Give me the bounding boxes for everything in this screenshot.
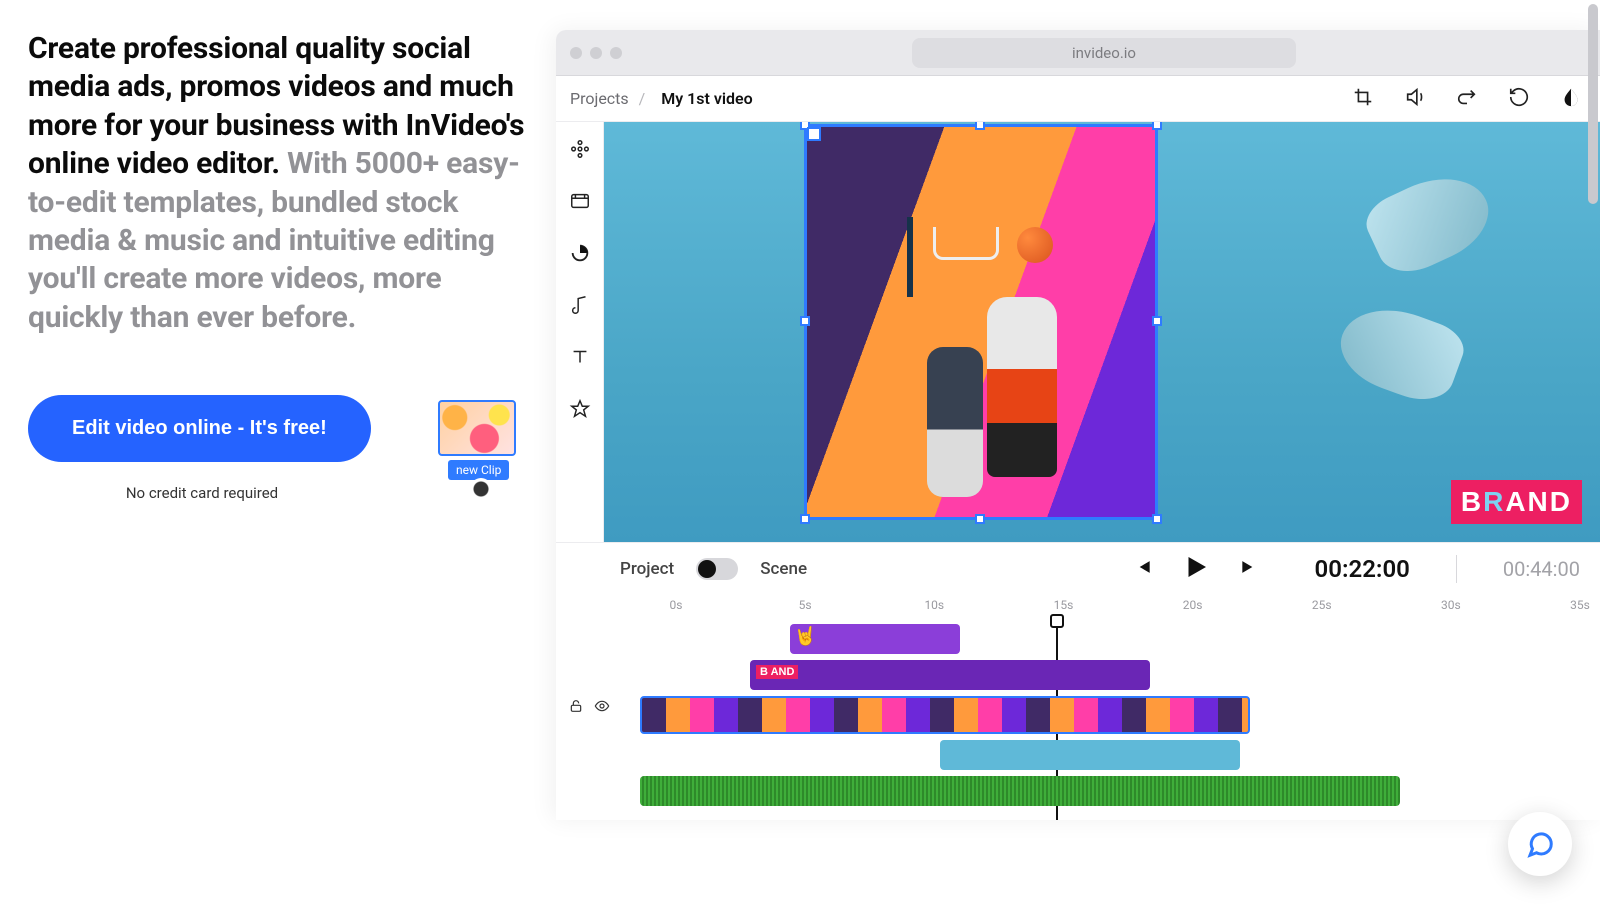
page-scrollbar[interactable] — [1588, 4, 1598, 204]
editor-toolbar: Projects / My 1st video — [556, 76, 1600, 122]
canvas-area[interactable]: BRAND — [604, 122, 1600, 542]
project-scene-toggle[interactable] — [696, 558, 738, 580]
crop-icon[interactable] — [1352, 86, 1374, 112]
play-icon[interactable] — [1181, 552, 1211, 586]
track-audio[interactable] — [620, 776, 1580, 806]
ruler-tick: 15s — [1054, 598, 1074, 612]
shapes-icon[interactable] — [569, 242, 591, 268]
ruler-tick: 0s — [670, 598, 683, 612]
ruler-tick: 35s — [1570, 598, 1590, 612]
brand-text-r: R — [1483, 486, 1505, 517]
time-separator — [1456, 555, 1457, 583]
track-lock-eye[interactable] — [568, 698, 610, 714]
rock-emoji-icon: 🤘 — [794, 626, 816, 647]
time-total: 00:44:00 — [1503, 557, 1580, 581]
mini-brand-label: B AND — [756, 665, 798, 679]
ruler-tick: 5s — [799, 598, 812, 612]
scene-people — [867, 217, 1127, 517]
track-video[interactable] — [620, 696, 1580, 734]
clip-effects[interactable]: 🤘 — [790, 624, 960, 654]
cursor-icon — [470, 478, 492, 500]
breadcrumb[interactable]: Projects / My 1st video — [570, 89, 753, 108]
chat-fab[interactable] — [1508, 812, 1572, 876]
eye-icon[interactable] — [594, 698, 610, 714]
next-icon[interactable] — [1239, 557, 1259, 581]
clip-main-video[interactable] — [640, 696, 1250, 734]
browser-url[interactable]: invideo.io — [912, 38, 1296, 68]
browser-titlebar: invideo.io — [556, 30, 1600, 76]
reload-icon[interactable] — [1508, 86, 1530, 112]
droplet-icon[interactable] — [1560, 86, 1582, 112]
clip-broll[interactable] — [940, 740, 1240, 770]
timeline[interactable]: 🤘 B AND — [556, 620, 1600, 820]
track-broll[interactable] — [620, 740, 1580, 770]
music-icon[interactable] — [569, 294, 591, 320]
clip-audio[interactable] — [640, 776, 1400, 806]
hero-headline: Create professional quality social media… — [28, 30, 538, 337]
media-icon[interactable] — [569, 190, 591, 216]
unlock-icon[interactable] — [568, 698, 584, 714]
breadcrumb-root[interactable]: Projects — [570, 89, 629, 108]
ruler-tick: 20s — [1183, 598, 1203, 612]
selected-clip-frame[interactable] — [804, 124, 1158, 520]
breadcrumb-sep: / — [639, 89, 646, 108]
playback-bar: Project Scene 00:22:00 00:44:00 — [556, 542, 1600, 594]
window-traffic-lights — [570, 47, 622, 59]
new-clip-badge: new Clip — [448, 460, 509, 480]
brand-text-left: B — [1461, 486, 1483, 517]
clip-brand[interactable]: B AND — [750, 660, 1150, 690]
star-icon[interactable] — [569, 398, 591, 424]
timeline-ruler[interactable]: 0s 5s 10s 15s 20s 25s 30s 35s — [556, 594, 1600, 620]
cta-edit-video-button[interactable]: Edit video online - It's free! — [28, 395, 371, 462]
brand-text-right: AND — [1505, 486, 1572, 517]
editor-side-rail — [556, 122, 604, 542]
redo-icon[interactable] — [1456, 86, 1478, 112]
no-credit-card-text: No credit card required — [28, 484, 376, 502]
templates-icon[interactable] — [569, 138, 591, 164]
editor-window: invideo.io Projects / My 1st video — [556, 30, 1600, 820]
track-effects[interactable]: 🤘 — [620, 624, 1580, 654]
project-label: Project — [620, 559, 674, 579]
volume-icon[interactable] — [1404, 86, 1426, 112]
breadcrumb-current[interactable]: My 1st video — [661, 89, 752, 108]
text-icon[interactable] — [569, 346, 591, 372]
brand-watermark: BRAND — [1451, 480, 1582, 524]
chat-icon — [1525, 829, 1555, 859]
track-brand[interactable]: B AND — [620, 660, 1580, 690]
floating-new-clip[interactable]: new Clip — [438, 400, 524, 502]
new-clip-thumbnail[interactable] — [438, 400, 516, 456]
ruler-tick: 25s — [1312, 598, 1332, 612]
ruler-tick: 10s — [924, 598, 944, 612]
ruler-tick: 30s — [1441, 598, 1461, 612]
time-current: 00:22:00 — [1315, 555, 1410, 583]
prev-icon[interactable] — [1133, 557, 1153, 581]
scene-label: Scene — [760, 559, 807, 579]
